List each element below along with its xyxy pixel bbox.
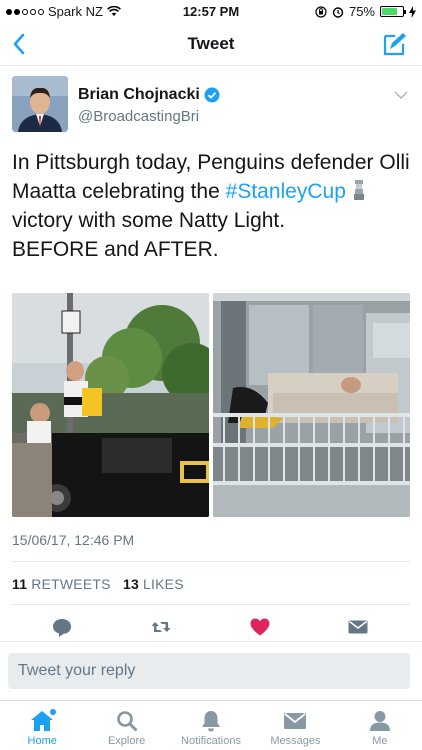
battery-icon bbox=[380, 6, 406, 17]
tab-home[interactable]: Home bbox=[0, 701, 84, 750]
tab-me[interactable]: Me bbox=[338, 701, 422, 750]
likes-label: LIKES bbox=[143, 576, 184, 592]
tab-messages[interactable]: Messages bbox=[253, 701, 337, 750]
author-name-text: Brian Chojnacki bbox=[78, 86, 200, 103]
rotation-lock-icon bbox=[315, 5, 327, 18]
retweets-stat[interactable]: 11 RETWEETS bbox=[12, 576, 111, 592]
person-icon bbox=[369, 711, 390, 731]
tab-label: Notifications bbox=[181, 735, 241, 747]
tweet-text-part1: In Pittsburgh today, Penguins defender O… bbox=[12, 151, 410, 203]
likes-stat[interactable]: 13 LIKES bbox=[123, 576, 184, 592]
divider bbox=[12, 604, 410, 605]
divider bbox=[12, 561, 410, 562]
divider bbox=[0, 641, 422, 642]
author-handle[interactable]: @BroadcastingBri bbox=[78, 108, 199, 125]
search-icon bbox=[116, 711, 137, 731]
reply-box bbox=[8, 653, 410, 689]
tweet-media bbox=[12, 293, 410, 517]
tweet-actions bbox=[0, 612, 422, 642]
tab-label: Explore bbox=[107, 735, 146, 747]
reply-input[interactable] bbox=[18, 662, 400, 680]
retweet-icon[interactable] bbox=[150, 616, 172, 638]
direct-message-icon[interactable] bbox=[347, 616, 369, 638]
verified-badge-icon bbox=[204, 87, 220, 103]
tweet-text-part2: victory with some Natty Light. bbox=[12, 209, 286, 232]
media-photo-after[interactable] bbox=[213, 293, 410, 517]
heart-icon[interactable] bbox=[249, 616, 271, 638]
tab-label: Messages bbox=[270, 735, 321, 747]
retweets-count: 11 bbox=[12, 576, 28, 592]
compose-icon[interactable] bbox=[382, 31, 408, 57]
tab-bar: Home Explore Notifications Messages Me bbox=[0, 700, 422, 750]
tweet-author: Brian Chojnacki @BroadcastingBri bbox=[12, 76, 410, 136]
page-title: Tweet bbox=[187, 34, 235, 53]
retweets-label: RETWEETS bbox=[31, 576, 111, 592]
author-name[interactable]: Brian Chojnacki bbox=[78, 86, 220, 104]
tab-label: Home bbox=[27, 735, 57, 747]
tab-explore[interactable]: Explore bbox=[84, 701, 168, 750]
hashtag-link[interactable]: #StanleyCup bbox=[226, 180, 346, 203]
new-content-indicator bbox=[50, 709, 57, 715]
avatar[interactable] bbox=[12, 76, 68, 132]
media-photo-before[interactable] bbox=[12, 293, 209, 517]
status-bar: Spark NZ 12:57 PM 75% bbox=[0, 0, 422, 22]
battery-percent: 75% bbox=[348, 4, 375, 19]
chevron-down-icon[interactable] bbox=[394, 90, 408, 100]
tweet-timestamp: 15/06/17, 12:46 PM bbox=[12, 532, 135, 548]
tab-label: Me bbox=[372, 735, 388, 747]
bell-icon bbox=[202, 711, 221, 732]
alarm-icon bbox=[332, 6, 344, 18]
tab-notifications[interactable]: Notifications bbox=[169, 701, 253, 750]
nav-bar: Tweet bbox=[0, 22, 422, 66]
charging-icon bbox=[409, 5, 416, 18]
envelope-icon bbox=[284, 713, 307, 729]
tweet-text-line2: BEFORE and AFTER. bbox=[12, 238, 219, 261]
likes-count: 13 bbox=[122, 576, 139, 592]
status-right: 75% bbox=[315, 4, 416, 19]
reply-icon[interactable] bbox=[51, 616, 73, 638]
stanley-cup-icon bbox=[353, 180, 364, 200]
battery-level bbox=[382, 8, 397, 15]
tweet-stats: 11 RETWEETS 13 LIKES bbox=[12, 576, 184, 592]
tweet-text: In Pittsburgh today, Penguins defender O… bbox=[12, 148, 410, 264]
